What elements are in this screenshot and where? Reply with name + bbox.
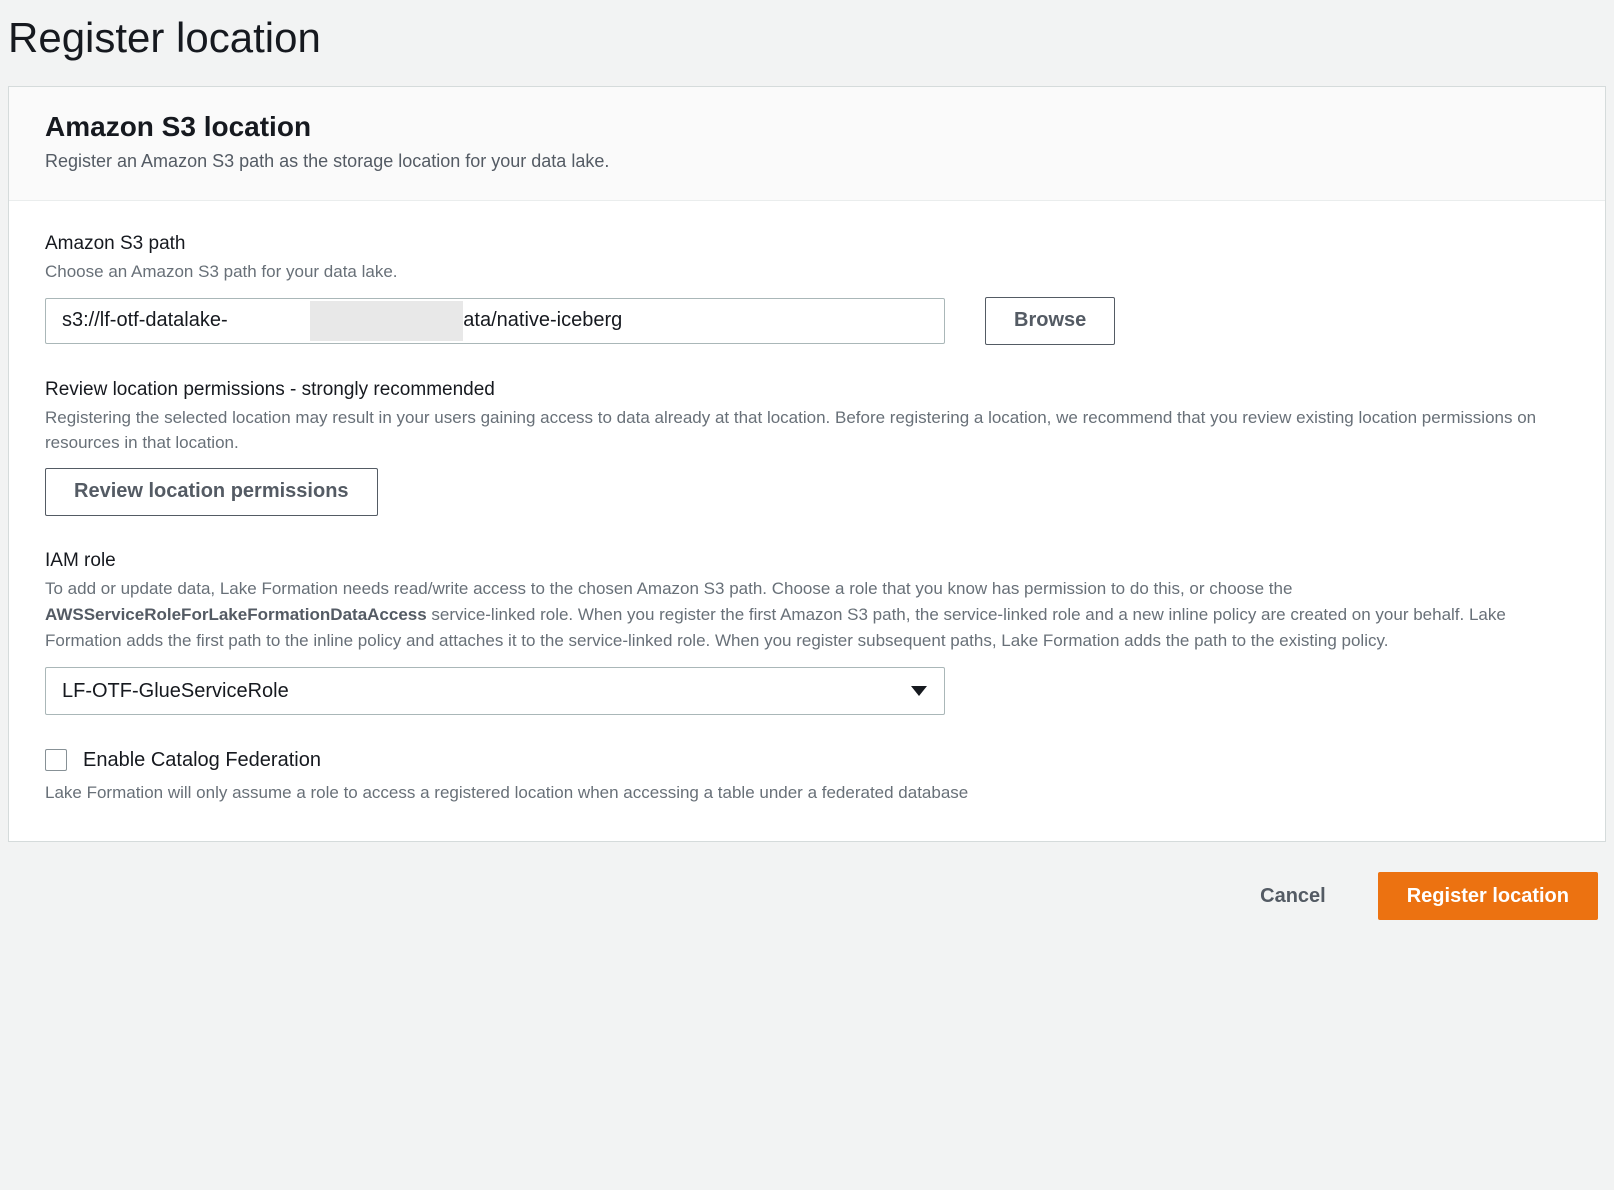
register-location-button[interactable]: Register location (1378, 872, 1598, 920)
review-permissions-group: Review location permissions - strongly r… (45, 379, 1569, 516)
review-label: Review location permissions - strongly r… (45, 379, 1569, 401)
enable-federation-checkbox[interactable] (45, 749, 67, 771)
federation-hint: Lake Formation will only assume a role t… (45, 780, 1569, 806)
iam-help-bold: AWSServiceRoleForLakeFormationDataAccess (45, 605, 427, 624)
iam-role-group: IAM role To add or update data, Lake For… (45, 550, 1569, 715)
panel-header: Amazon S3 location Register an Amazon S3… (9, 87, 1605, 201)
federation-group: Enable Catalog Federation Lake Formation… (45, 749, 1569, 806)
s3-path-hint: Choose an Amazon S3 path for your data l… (45, 259, 1569, 285)
enable-federation-label: Enable Catalog Federation (83, 749, 321, 772)
page-title: Register location (8, 0, 1606, 86)
panel-subtitle: Register an Amazon S3 path as the storag… (45, 151, 1569, 172)
review-hint: Registering the selected location may re… (45, 405, 1569, 456)
browse-button[interactable]: Browse (985, 297, 1115, 345)
iam-help-pre: To add or update data, Lake Formation ne… (45, 579, 1292, 598)
review-permissions-button[interactable]: Review location permissions (45, 468, 378, 516)
iam-role-select[interactable]: LF-OTF-GlueServiceRole (45, 667, 945, 715)
iam-role-label: IAM role (45, 550, 1569, 572)
footer-actions: Cancel Register location (8, 842, 1606, 950)
panel-title: Amazon S3 location (45, 111, 1569, 143)
s3-path-label: Amazon S3 path (45, 233, 1569, 255)
s3-location-panel: Amazon S3 location Register an Amazon S3… (8, 86, 1606, 842)
s3-path-input[interactable] (45, 298, 945, 344)
cancel-button[interactable]: Cancel (1232, 872, 1354, 920)
iam-role-help: To add or update data, Lake Formation ne… (45, 576, 1569, 655)
s3-path-group: Amazon S3 path Choose an Amazon S3 path … (45, 233, 1569, 345)
